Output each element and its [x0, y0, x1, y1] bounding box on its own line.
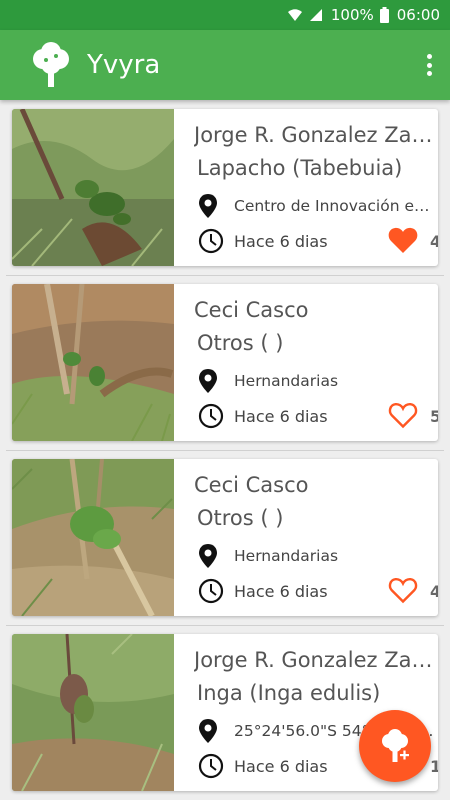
location-text: Hernandarias — [234, 372, 339, 390]
post-author: Ceci Casco — [194, 473, 309, 497]
clock-icon — [198, 753, 224, 779]
post-species: Otros ( ) — [197, 506, 284, 530]
signal-icon — [309, 9, 322, 21]
post-card[interactable]: Ceci Casco Otros ( ) Hernandarias Hace 6… — [12, 284, 438, 441]
app-title: Yvyra — [87, 50, 161, 80]
time-text: Hace 6 dias — [234, 231, 328, 251]
time-text: Hace 6 dias — [234, 406, 328, 426]
add-tree-button[interactable] — [359, 710, 431, 782]
like-button[interactable] — [388, 576, 420, 606]
post-photo[interactable] — [12, 284, 174, 441]
location-pin-icon — [199, 719, 217, 743]
location-pin-icon — [199, 544, 217, 568]
location-text: Centro de Innovación en In... — [234, 197, 438, 215]
wifi-icon — [287, 9, 302, 21]
post-species: Inga (Inga edulis) — [197, 681, 381, 705]
post-photo[interactable] — [12, 634, 174, 791]
time-text: Hace 6 dias — [234, 756, 328, 776]
like-button[interactable] — [388, 401, 420, 431]
divider — [6, 625, 444, 626]
post-photo[interactable] — [12, 109, 174, 266]
post-species: Lapacho (Tabebuia) — [197, 156, 403, 180]
clock-icon — [198, 403, 224, 429]
post-location: Hernandarias — [198, 543, 438, 569]
post-location: Hernandarias — [198, 368, 438, 394]
post-author: Jorge R. Gonzalez Zar... — [194, 123, 434, 147]
heart-filled-icon — [388, 227, 418, 253]
like-count: 5 — [430, 407, 438, 426]
divider — [6, 275, 444, 276]
battery-icon — [379, 7, 389, 23]
post-photo[interactable] — [12, 459, 174, 616]
like-button[interactable] — [388, 226, 420, 256]
location-pin-icon — [199, 369, 217, 393]
post-time: Hace 6 dias — [198, 228, 328, 254]
location-text: Hernandarias — [234, 547, 339, 565]
overflow-menu-icon[interactable] — [422, 52, 436, 78]
post-location: Centro de Innovación en In... — [198, 193, 438, 219]
app-bar: Yvyra — [0, 30, 450, 100]
location-pin-icon — [199, 194, 217, 218]
like-count: 4 — [430, 232, 438, 251]
divider — [6, 450, 444, 451]
like-count: 1 — [430, 757, 438, 776]
post-time: Hace 6 dias — [198, 403, 328, 429]
status-bar: 100% 06:00 — [0, 0, 450, 30]
post-time: Hace 6 dias — [198, 578, 328, 604]
post-author: Jorge R. Gonzalez Zar... — [194, 648, 434, 672]
post-author: Ceci Casco — [194, 298, 309, 322]
tree-logo-icon — [33, 42, 69, 87]
post-card[interactable]: Jorge R. Gonzalez Zar... Lapacho (Tabebu… — [12, 109, 438, 266]
heart-outline-icon — [388, 402, 418, 429]
time-text: Hace 6 dias — [234, 581, 328, 601]
heart-outline-icon — [388, 577, 418, 604]
post-feed[interactable]: Jorge R. Gonzalez Zar... Lapacho (Tabebu… — [0, 100, 450, 800]
clock-icon — [198, 228, 224, 254]
battery-level: 100% — [330, 6, 374, 24]
post-time: Hace 6 dias — [198, 753, 328, 779]
post-card[interactable]: Ceci Casco Otros ( ) Hernandarias Hace 6… — [12, 459, 438, 616]
like-count: 4 — [430, 582, 438, 601]
add-tree-icon — [382, 729, 409, 762]
clock-icon — [198, 578, 224, 604]
post-species: Otros ( ) — [197, 331, 284, 355]
status-time: 06:00 — [396, 6, 440, 24]
